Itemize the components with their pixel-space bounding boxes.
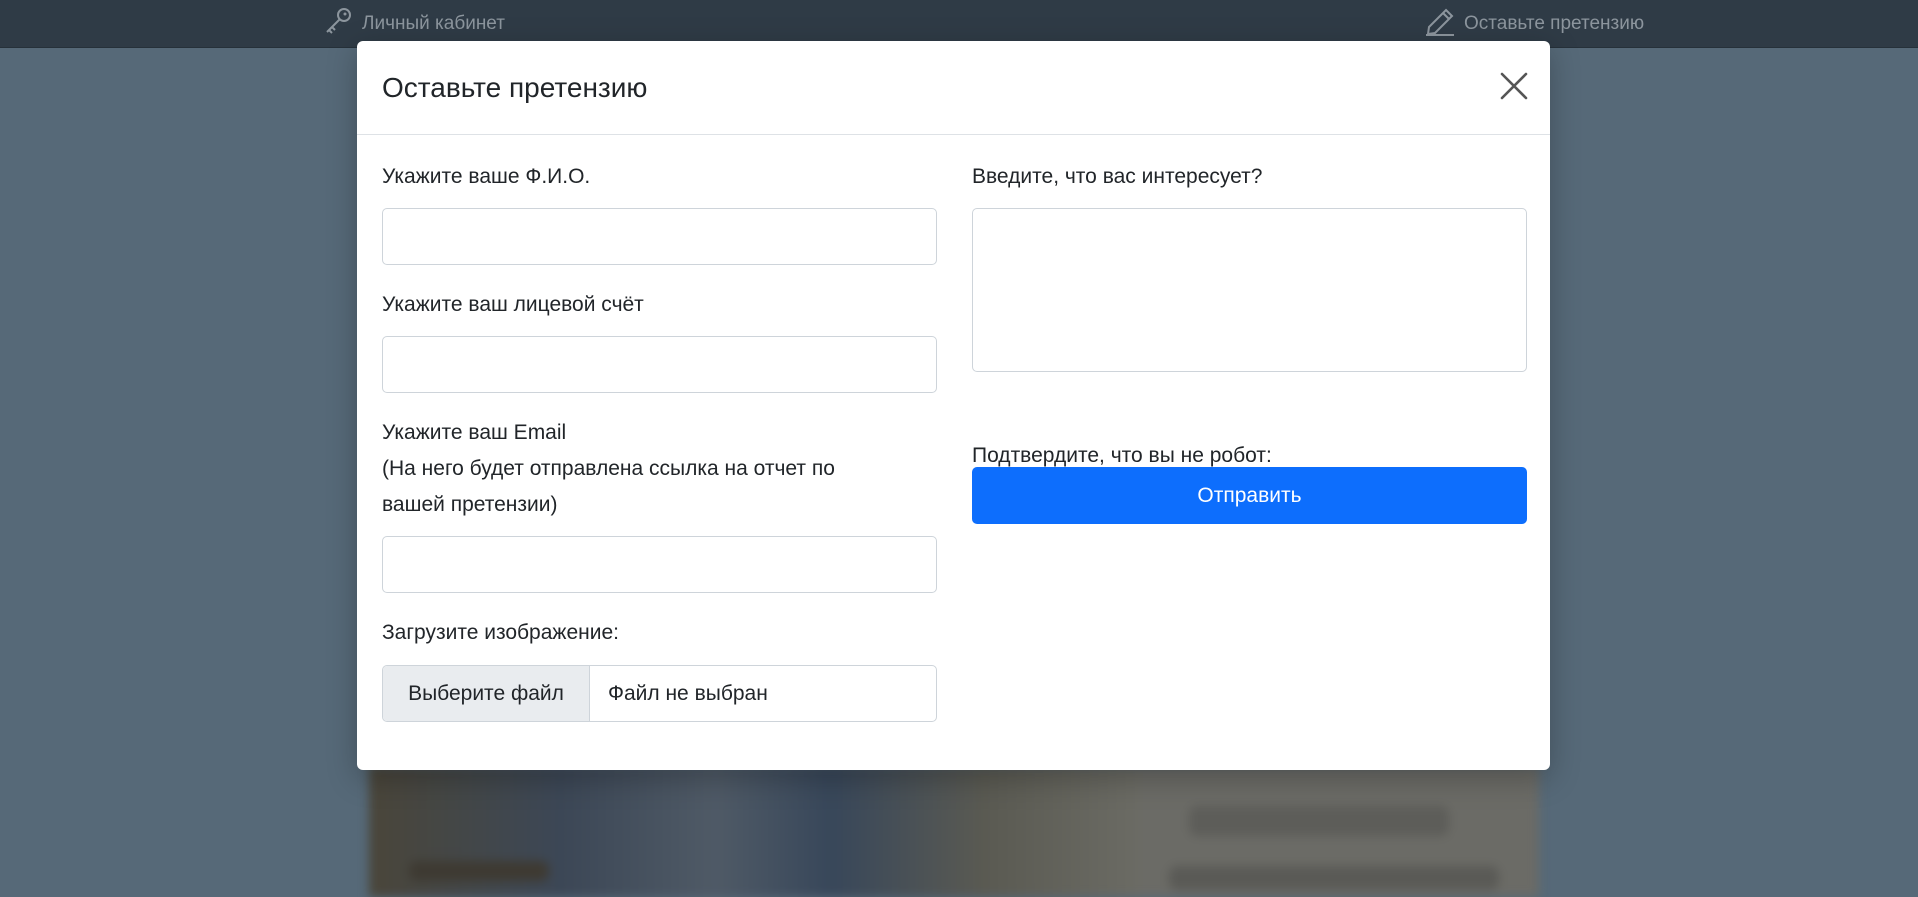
claim-modal: Оставьте претензию Укажите ваше Ф.И.О. У… [357,41,1550,770]
nav-claim-link[interactable]: Оставьте претензию [1424,8,1645,38]
pencil-icon [1424,6,1456,42]
account-number-input[interactable] [382,336,937,393]
email-input[interactable] [382,536,937,593]
interest-textarea[interactable] [972,208,1527,372]
close-button[interactable] [1497,69,1531,103]
blurred-text-block [1169,866,1499,890]
interest-label: Введите, что вас интересует? [972,165,1263,188]
nav-claim-label: Оставьте претензию [1464,13,1645,34]
modal-header: Оставьте претензию [357,41,1550,135]
fio-input[interactable] [382,208,937,265]
blurred-page-content [369,766,1539,897]
modal-title: Оставьте претензию [382,72,648,103]
key-icon [322,6,354,42]
close-icon [1497,72,1531,106]
image-file-input[interactable]: Выберите файл Файл не выбран [382,665,937,722]
choose-file-button[interactable]: Выберите файл [383,666,590,721]
email-hint-line2: вашей претензии) [382,493,558,516]
account-number-label: Укажите ваш лицевой счёт [382,293,644,316]
blurred-text-block [1189,806,1449,836]
file-status-text: Файл не выбран [608,681,768,705]
fio-label: Укажите ваше Ф.И.О. [382,165,591,188]
submit-button[interactable]: Отправить [972,467,1527,524]
nav-account-link[interactable]: Личный кабинет [322,8,505,38]
email-hint-line1: (На него будет отправлена ссылка на отче… [382,457,835,480]
email-label: Укажите ваш Email [382,421,567,444]
image-upload-label: Загрузите изображение: [382,621,619,644]
blurred-text-block [409,861,549,881]
nav-account-label: Личный кабинет [362,13,505,34]
